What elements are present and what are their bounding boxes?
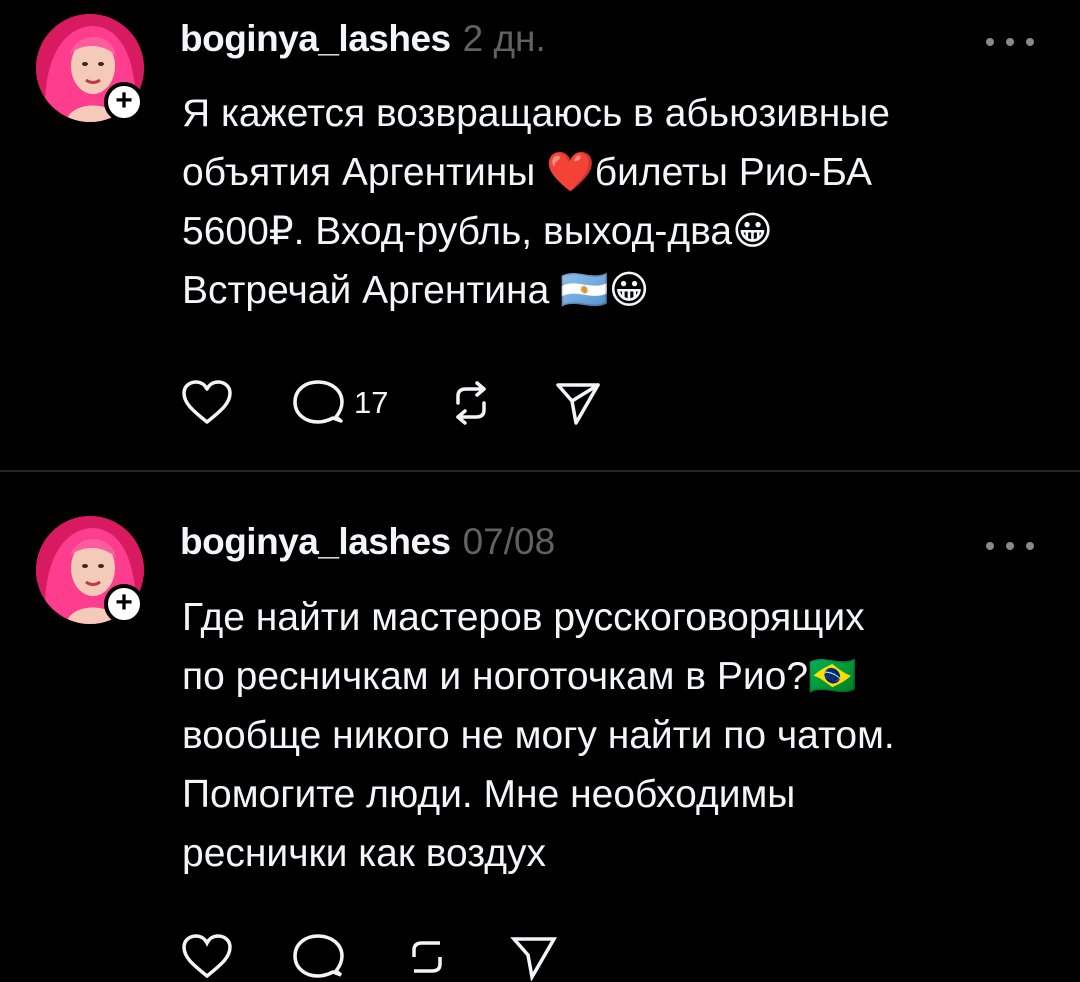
speech-bubble-icon [293, 934, 344, 978]
post-text: Я кажется возвращаюсь в абьюзивные объят… [182, 92, 890, 312]
share-button[interactable] [554, 379, 602, 427]
reply-count: 17 [354, 385, 389, 420]
avatar-container[interactable]: + [36, 516, 144, 624]
send-icon [510, 937, 558, 981]
post-text: Где найти мастеров русскоговорящих по ре… [182, 596, 895, 875]
speech-bubble-icon [293, 380, 344, 424]
post-actions: 17 [180, 378, 660, 428]
post-1[interactable]: + boginya_lashes 2 дн. Я кажется возвращ… [0, 0, 1080, 470]
repost-button[interactable] [402, 933, 452, 981]
like-button[interactable] [180, 379, 234, 427]
username[interactable]: boginya_lashes [180, 18, 451, 60]
more-options-icon[interactable] [986, 34, 1034, 50]
post-actions [180, 932, 616, 982]
repost-button[interactable] [446, 379, 496, 427]
heart-icon [182, 380, 232, 424]
username[interactable]: boginya_lashes [180, 521, 451, 563]
more-options-icon[interactable] [986, 538, 1034, 554]
post-2[interactable]: + boginya_lashes 07/08 Где найти мастеро… [0, 472, 1080, 981]
reply-button[interactable] [292, 933, 344, 981]
post-header: boginya_lashes 2 дн. [180, 18, 546, 66]
share-button[interactable] [510, 933, 558, 981]
repost-icon [412, 941, 442, 973]
repost-icon [456, 381, 487, 425]
timestamp: 2 дн. [462, 18, 546, 59]
plus-icon: + [115, 84, 133, 117]
plus-icon: + [115, 586, 133, 619]
post-header: boginya_lashes 07/08 [180, 521, 555, 569]
follow-button[interactable]: + [104, 82, 144, 122]
like-button[interactable] [180, 933, 234, 981]
heart-icon [182, 934, 232, 979]
follow-button[interactable]: + [104, 584, 144, 624]
send-icon [556, 383, 601, 425]
reply-button[interactable]: 17 [292, 379, 388, 427]
avatar-container[interactable]: + [36, 14, 144, 122]
timestamp: 07/08 [462, 521, 556, 562]
